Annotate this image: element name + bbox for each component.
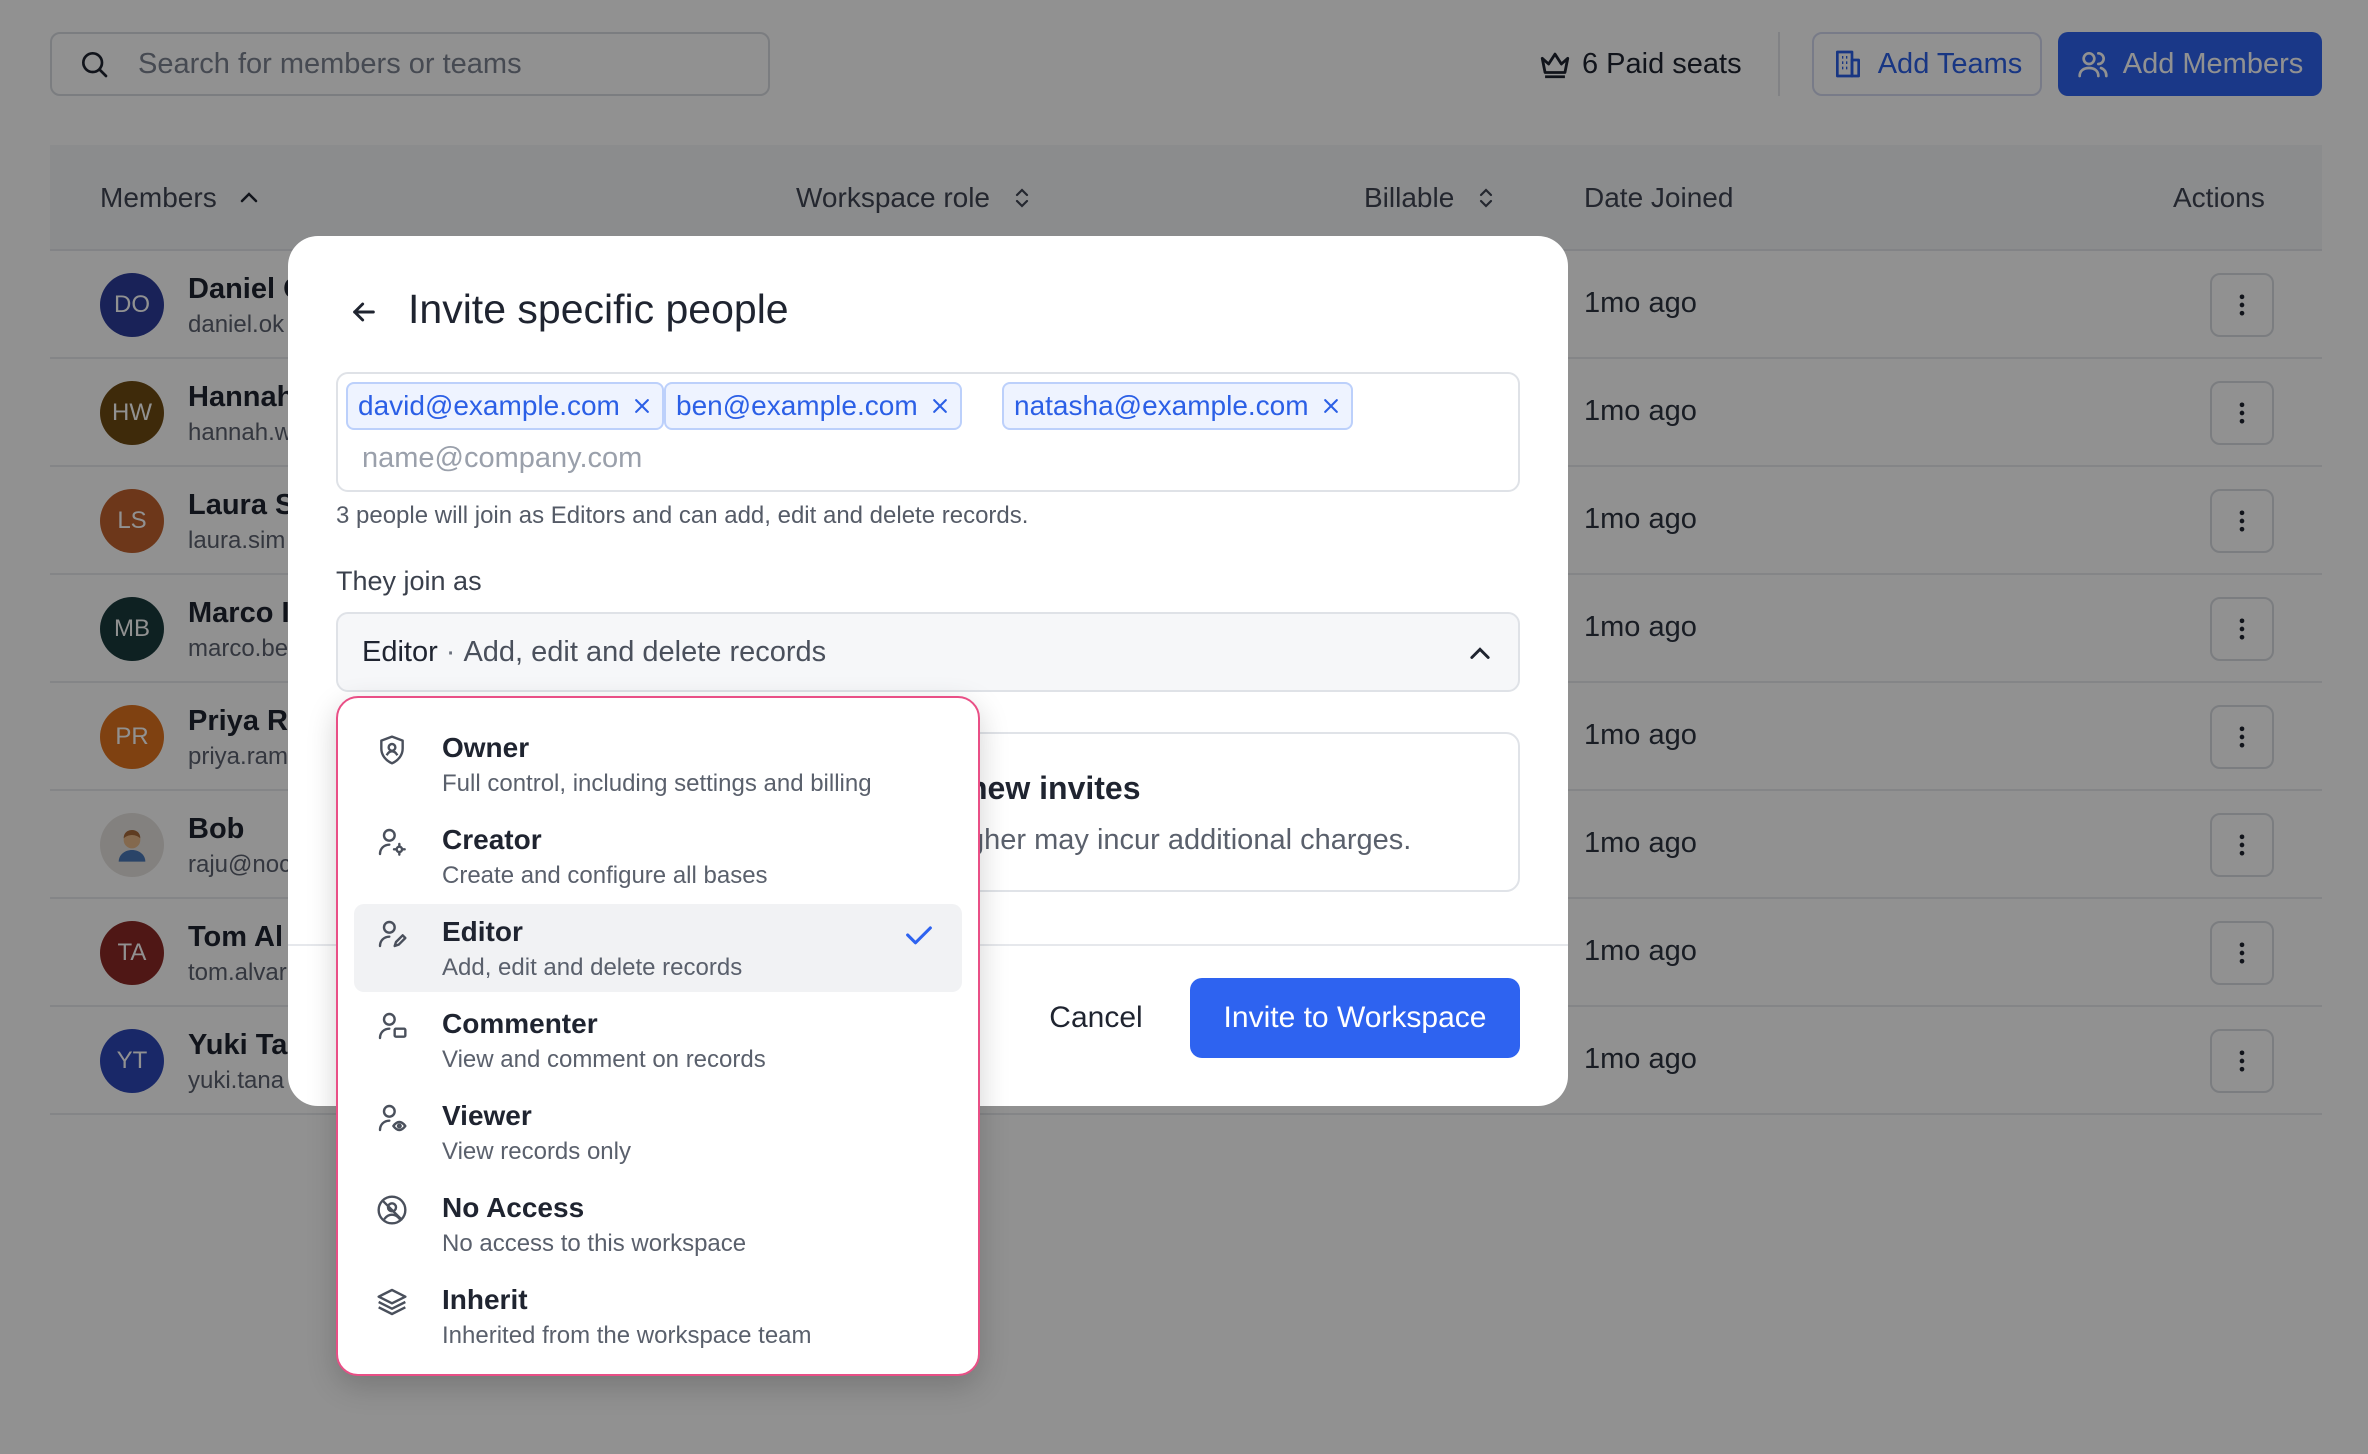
email-chip: ben@example.com [664, 382, 962, 430]
cancel-button[interactable]: Cancel [1030, 978, 1162, 1058]
invite-helper-text: 3 people will join as Editors and can ad… [336, 502, 1029, 529]
user-gear-icon [378, 828, 406, 856]
email-chip-label: natasha@example.com [1014, 390, 1309, 421]
remove-chip-icon[interactable] [632, 396, 652, 416]
role-option-desc: Full control, including settings and bil… [442, 770, 872, 797]
role-option-title: Inherit [442, 1284, 528, 1315]
role-option-title: Viewer [442, 1100, 532, 1131]
modal-title: Invite specific people [408, 286, 789, 332]
notice-title: new invites [968, 770, 1141, 806]
user-comment-icon [378, 1012, 407, 1040]
notice-text: gher may incur additional charges. [968, 824, 1412, 856]
selected-role: Editor [362, 635, 438, 668]
email-chip-label: ben@example.com [676, 390, 918, 421]
role-option-desc: Create and configure all bases [442, 862, 768, 889]
role-option-desc: Add, edit and delete records [442, 954, 743, 981]
shield-user-icon [380, 735, 404, 765]
role-option-commenter[interactable]: Commenter View and comment on records [354, 996, 962, 1084]
selected-role-desc: Add, edit and delete records [463, 635, 827, 668]
role-option-viewer[interactable]: Viewer View records only [354, 1088, 962, 1176]
user-eye-icon [378, 1104, 407, 1132]
role-option-no-access[interactable]: No Access No access to this workspace [354, 1180, 962, 1268]
role-option-desc: View records only [442, 1138, 631, 1165]
role-option-desc: Inherited from the workspace team [442, 1322, 812, 1349]
email-chip: natasha@example.com [1002, 382, 1353, 430]
role-select[interactable]: Editor · Add, edit and delete records [336, 612, 1520, 692]
email-recipients-field[interactable]: david@example.com ben@example.com natash… [336, 372, 1520, 492]
role-option-owner[interactable]: Owner Full control, including settings a… [354, 720, 962, 808]
remove-chip-icon[interactable] [1321, 396, 1341, 416]
role-option-creator[interactable]: Creator Create and configure all bases [354, 812, 962, 900]
role-option-desc: No access to this workspace [442, 1230, 747, 1257]
role-option-title: Owner [442, 732, 530, 763]
email-input[interactable]: name@company.com [362, 442, 642, 475]
join-as-label: They join as [336, 566, 482, 596]
check-icon [906, 926, 932, 945]
invite-button[interactable]: Invite to Workspace [1190, 978, 1520, 1058]
chevron-up-icon [1470, 647, 1490, 659]
role-option-editor[interactable]: Editor Add, edit and delete records [354, 904, 962, 992]
layers-icon [377, 1288, 407, 1316]
role-option-title: Editor [442, 916, 523, 947]
email-chip-label: david@example.com [358, 390, 620, 421]
arrow-left-icon [353, 302, 375, 322]
role-option-inherit[interactable]: Inherit Inherited from the workspace tea… [354, 1272, 962, 1360]
role-option-title: No Access [442, 1192, 585, 1223]
role-option-title: Creator [442, 824, 542, 855]
no-access-icon [377, 1195, 407, 1225]
email-chip: david@example.com [346, 382, 664, 430]
role-dropdown: Owner Full control, including settings a… [336, 696, 980, 1376]
user-pencil-icon [378, 920, 407, 948]
back-button[interactable] [344, 292, 384, 332]
role-option-desc: View and comment on records [442, 1046, 766, 1073]
role-separator: · [445, 635, 456, 668]
role-option-title: Commenter [442, 1008, 598, 1039]
remove-chip-icon[interactable] [930, 396, 950, 416]
